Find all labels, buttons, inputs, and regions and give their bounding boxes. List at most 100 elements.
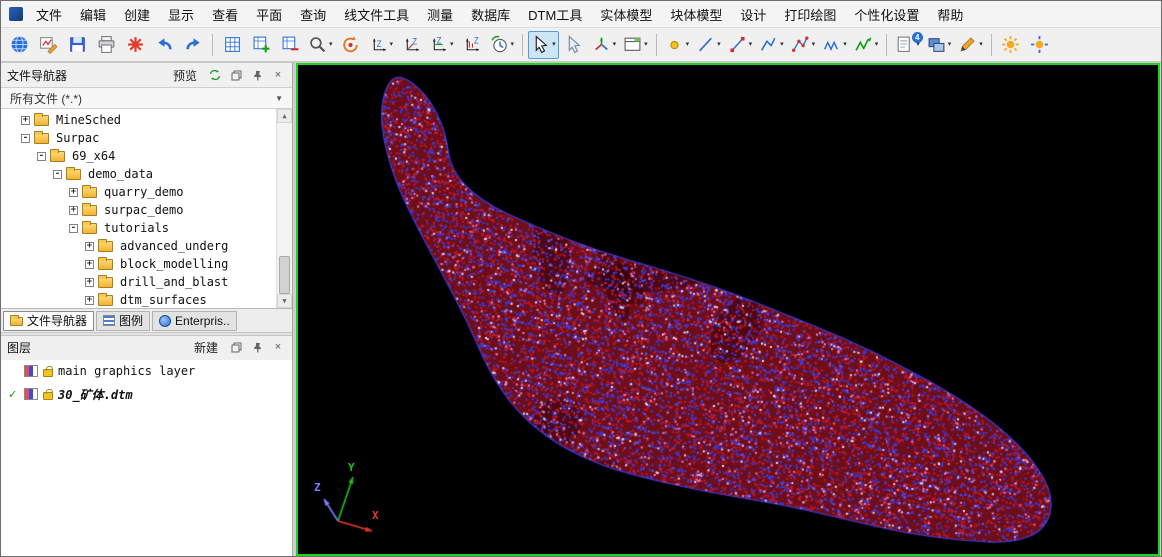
menu-item-solid-model[interactable]: 实体模型 (591, 1, 661, 28)
palette-button[interactable] (1026, 31, 1054, 59)
scroll-down-icon[interactable]: ▼ (277, 294, 292, 308)
menu-item-plot[interactable]: 打印绘图 (775, 1, 845, 28)
tree-item-drill-and-blast[interactable]: +drill_and_blast (1, 273, 292, 291)
dropdown-arrow-icon[interactable]: ▾ (644, 41, 648, 48)
dropdown-arrow-icon[interactable]: ▾ (717, 41, 721, 48)
dropdown-arrow-icon[interactable]: ▾ (390, 41, 394, 48)
menu-item-display[interactable]: 显示 (159, 1, 203, 28)
menu-item-view[interactable]: 查看 (203, 1, 247, 28)
tree-item-surpac-demo[interactable]: +surpac_demo (1, 201, 292, 219)
tree-expander[interactable]: + (69, 188, 78, 197)
menu-item-help[interactable]: 帮助 (928, 1, 972, 28)
lock-icon[interactable] (43, 369, 53, 377)
print-button[interactable] (92, 31, 120, 59)
tree-expander[interactable]: + (85, 260, 94, 269)
tab-enterprise[interactable]: Enterpris.. (152, 311, 237, 331)
dropdown-arrow-icon[interactable]: ▾ (843, 41, 847, 48)
tree-item-demo-data[interactable]: -demo_data (1, 165, 292, 183)
replay-button[interactable]: ▾ (487, 31, 518, 59)
tree-item-surpac[interactable]: -Surpac (1, 129, 292, 147)
polyline-vertices-button[interactable]: ▾ (788, 31, 819, 59)
menu-item-block-model[interactable]: 块体模型 (661, 1, 731, 28)
layer-row-main-graphics[interactable]: main graphics layer (1, 360, 292, 383)
close-panel-icon[interactable]: × (270, 340, 286, 356)
tree-expander[interactable]: + (85, 296, 94, 305)
menu-item-line-tools[interactable]: 线文件工具 (335, 1, 418, 28)
lock-icon[interactable] (43, 392, 53, 400)
new-layer-button[interactable]: 新建 (189, 338, 223, 357)
layer-row-orebody-dtm[interactable]: ✓ 30_矿体.dtm (1, 383, 292, 406)
section-step-button[interactable]: Z (458, 31, 486, 59)
tree-item-advanced-underground[interactable]: +advanced_underg (1, 237, 292, 255)
dropdown-arrow-icon[interactable]: ▾ (552, 41, 556, 48)
menu-item-file[interactable]: 文件 (27, 1, 71, 28)
pin-panel-icon[interactable] (249, 67, 265, 83)
menu-item-survey[interactable]: 测量 (418, 1, 462, 28)
float-panel-icon[interactable] (228, 67, 244, 83)
dropdown-arrow-icon[interactable]: ▾ (948, 41, 952, 48)
data-grid-button[interactable] (218, 31, 246, 59)
tree-item-quarry-demo[interactable]: +quarry_demo (1, 183, 292, 201)
magnifier-button[interactable]: ▾ (305, 31, 336, 59)
tree-expander[interactable]: - (37, 152, 46, 161)
menu-item-customize[interactable]: 个性化设置 (845, 1, 928, 28)
windows-cascade-button[interactable]: ▾ (924, 31, 955, 59)
tree-expander[interactable]: + (85, 242, 94, 251)
notes-document-button[interactable]: 4▾ (892, 31, 923, 59)
zigzag-line-button[interactable]: ▾ (819, 31, 850, 59)
tab-legend[interactable]: 图例 (96, 311, 150, 331)
settings-sun-button[interactable] (997, 31, 1025, 59)
tree-expander[interactable]: - (53, 170, 62, 179)
globe-button[interactable] (5, 31, 33, 59)
dropdown-arrow-icon[interactable]: ▾ (780, 41, 784, 48)
menu-item-dtm-tools[interactable]: DTM工具 (519, 1, 591, 28)
menu-item-plane[interactable]: 平面 (247, 1, 291, 28)
save-button[interactable] (63, 31, 91, 59)
dropdown-arrow-icon[interactable]: ▾ (613, 41, 617, 48)
graphics-viewport[interactable]: Y Z X (296, 63, 1160, 556)
tree-item-block-modelling[interactable]: +block_modelling (1, 255, 292, 273)
menu-item-edit[interactable]: 编辑 (71, 1, 115, 28)
renumber-string-button[interactable]: ▾ (851, 31, 882, 59)
tree-item-tutorials[interactable]: -tutorials (1, 219, 292, 237)
zoom-in-window-button[interactable] (247, 31, 275, 59)
pin-panel-icon[interactable] (249, 340, 265, 356)
tree-expander[interactable]: - (21, 134, 30, 143)
draw-pencil-button[interactable]: ▾ (955, 31, 986, 59)
reset-graphics-button[interactable] (121, 31, 149, 59)
scroll-up-icon[interactable]: ▲ (277, 109, 292, 123)
orientation-axes-button[interactable]: ▾ (589, 31, 620, 59)
dropdown-arrow-icon[interactable]: ▾ (749, 41, 753, 48)
tree-expander[interactable]: + (69, 206, 78, 215)
polyline-button[interactable]: ▾ (756, 31, 787, 59)
dropdown-arrow-icon[interactable]: ▾ (686, 41, 690, 48)
preview-button[interactable]: 预览 (168, 66, 202, 85)
viewport-layout-button[interactable]: ▾ (620, 31, 651, 59)
plane-z-up-button[interactable]: Z (397, 31, 425, 59)
rotate-view-button[interactable] (337, 31, 365, 59)
menu-item-inquire[interactable]: 查询 (291, 1, 335, 28)
undo-button[interactable] (150, 31, 178, 59)
inquire-cursor-button[interactable] (560, 31, 588, 59)
tab-file-navigator[interactable]: 文件导航器 (3, 311, 94, 331)
model-canvas[interactable] (298, 65, 1158, 554)
redo-button[interactable] (179, 31, 207, 59)
dropdown-arrow-icon[interactable]: ▾ (812, 41, 816, 48)
tree-item-minesched[interactable]: +MineSched (1, 111, 292, 129)
dropdown-arrow-icon[interactable]: ▾ (979, 41, 983, 48)
line-button[interactable]: ▾ (693, 31, 724, 59)
layer-check[interactable]: ✓ (6, 387, 19, 402)
close-panel-icon[interactable]: × (270, 67, 286, 83)
tree-expander[interactable]: + (21, 116, 30, 125)
tree-item-dtm-surfaces[interactable]: +dtm_surfaces (1, 291, 292, 308)
menu-item-create[interactable]: 创建 (115, 1, 159, 28)
select-cursor-button[interactable]: ▾ (528, 31, 559, 59)
menu-item-design[interactable]: 设计 (731, 1, 775, 28)
dropdown-arrow-icon[interactable]: ▾ (329, 41, 333, 48)
section-z-button[interactable]: Z▾ (426, 31, 457, 59)
preview-toggle-icon[interactable] (207, 67, 223, 83)
menu-item-database[interactable]: 数据库 (462, 1, 519, 28)
plane-z-button[interactable]: Z▾ (366, 31, 397, 59)
tree-scrollbar[interactable]: ▲ ▼ (276, 109, 292, 308)
point-marker-button[interactable]: ▾ (662, 31, 693, 59)
